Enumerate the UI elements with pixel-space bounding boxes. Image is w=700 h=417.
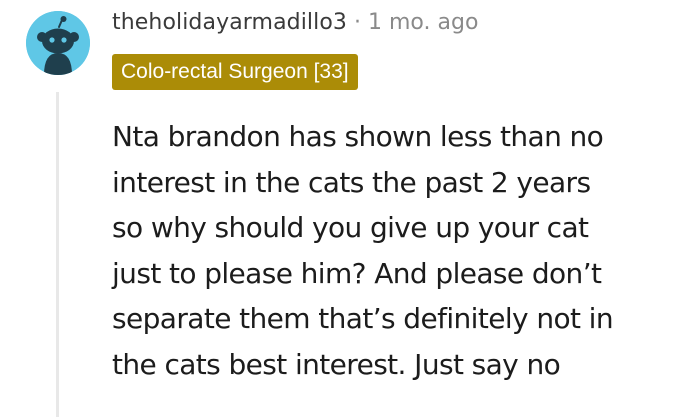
comment-body-line: just to please him? And please don’t <box>112 256 602 290</box>
username-link[interactable]: theholidayarmadillo3 <box>112 10 347 35</box>
comment-body: Nta brandon has shown less than no inter… <box>112 114 697 387</box>
comment-body-line: interest in the cats the past 2 years <box>112 165 591 199</box>
meta-separator: · <box>354 9 362 35</box>
user-avatar-icon[interactable] <box>26 11 90 75</box>
comment: theholidayarmadillo3 · 1 mo. ago Colo-re… <box>0 0 700 417</box>
comment-body-line: Nta brandon has shown less than no <box>112 120 604 153</box>
comment-timestamp[interactable]: 1 mo. ago <box>368 10 478 35</box>
snoo-avatar-icon <box>26 11 90 75</box>
user-flair: Colo-rectal Surgeon [33] <box>112 54 358 90</box>
comment-meta: theholidayarmadillo3 · 1 mo. ago <box>112 2 478 42</box>
thread-collapse-line[interactable] <box>56 92 59 417</box>
comment-body-line: the cats best interest. Just say no <box>112 347 561 381</box>
comment-body-line: so why should you give up your cat <box>112 211 589 244</box>
comment-body-line: separate them that’s definitely not in <box>112 302 614 335</box>
